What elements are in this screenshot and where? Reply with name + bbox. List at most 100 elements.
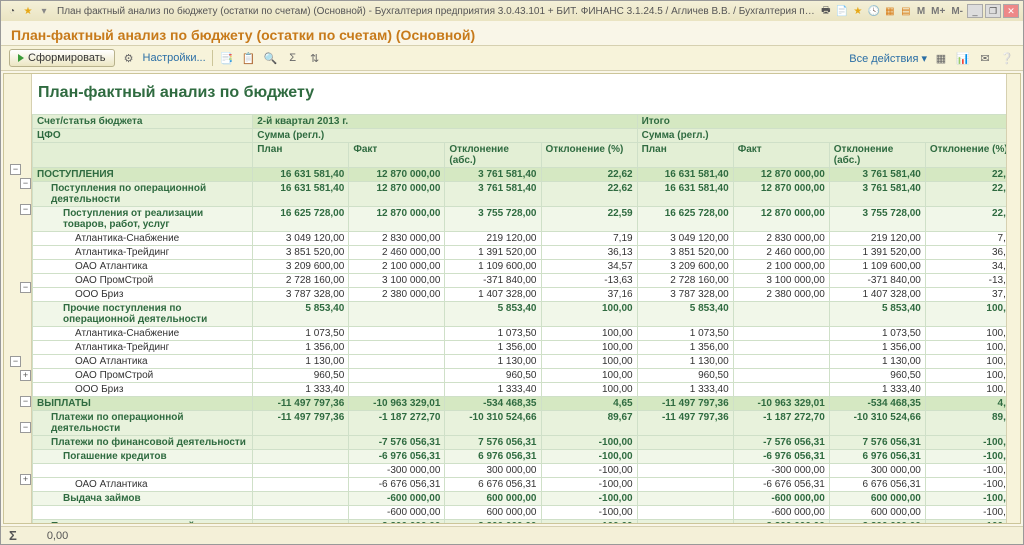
col-account[interactable]: Счет/статья бюджета <box>33 115 253 129</box>
table-row[interactable]: Выдача займов-600 000,00600 000,00-100,0… <box>33 492 1007 506</box>
row-value: 100,00 <box>925 355 1006 369</box>
col-sum-total[interactable]: Сумма (регл.) <box>637 129 1006 143</box>
collapse-toggle[interactable]: − <box>20 204 31 215</box>
row-value: 300 000,00 <box>829 464 925 478</box>
row-value: 3 755 728,00 <box>829 207 925 232</box>
row-value: 3 851 520,00 <box>637 246 733 260</box>
star-icon[interactable]: ★ <box>21 4 35 18</box>
row-value: 2 460 000,00 <box>349 246 445 260</box>
col-cfo[interactable]: ЦФО <box>33 129 253 143</box>
row-value: 2 728 160,00 <box>637 274 733 288</box>
collapse-toggle[interactable]: − <box>10 356 21 367</box>
calendar-icon[interactable]: ▤ <box>899 4 913 18</box>
toolbar-icon-a[interactable]: ▦ <box>933 50 949 66</box>
table-row[interactable]: ОАО Атлантика3 209 600,002 100 000,001 1… <box>33 260 1007 274</box>
table-row[interactable]: ООО Бриз3 787 328,002 380 000,001 407 32… <box>33 288 1007 302</box>
row-value: 600 000,00 <box>829 492 925 506</box>
toolbar-icon-c[interactable]: ✉ <box>977 50 993 66</box>
tool-icon-3[interactable]: 🔍 <box>263 50 279 66</box>
col-plan[interactable]: План <box>253 143 349 168</box>
row-value <box>349 327 445 341</box>
table-row[interactable]: -300 000,00300 000,00-100,00-300 000,003… <box>33 464 1007 478</box>
row-value: 34,57 <box>541 260 637 274</box>
table-row[interactable]: Прочие поступления по операционной деяте… <box>33 302 1007 327</box>
settings-link[interactable]: Настройки <box>143 52 206 64</box>
collapse-toggle[interactable]: − <box>20 396 31 407</box>
table-row[interactable]: ВЫПЛАТЫ-11 497 797,36-10 963 329,01-534 … <box>33 397 1007 411</box>
table-row[interactable]: ПОСТУПЛЕНИЯ16 631 581,4012 870 000,003 7… <box>33 168 1007 182</box>
col-plan-t[interactable]: План <box>637 143 733 168</box>
row-value <box>637 450 733 464</box>
close-button[interactable]: ✕ <box>1003 4 1019 18</box>
row-value: 36,13 <box>925 246 1006 260</box>
history-icon[interactable]: 🕓 <box>867 4 881 18</box>
expand-toggle[interactable]: + <box>20 474 31 485</box>
table-row[interactable]: ОАО Атлантика1 130,001 130,00100,001 130… <box>33 355 1007 369</box>
tool-icon-5[interactable]: ⇅ <box>307 50 323 66</box>
row-value: 100,00 <box>541 327 637 341</box>
col-dev-pct[interactable]: Отклонение (%) <box>541 143 637 168</box>
settings-icon[interactable]: ⚙ <box>121 50 137 66</box>
col-dev-abs[interactable]: Отклонение (абс.) <box>445 143 541 168</box>
table-row[interactable]: -600 000,00600 000,00-100,00-600 000,006… <box>33 506 1007 520</box>
table-row[interactable]: ОАО Атлантика-6 676 056,316 676 056,31-1… <box>33 478 1007 492</box>
tool-icon-1[interactable]: 📑 <box>219 50 235 66</box>
table-row[interactable]: Платежи по операционной деятельности-11 … <box>33 411 1007 436</box>
table-row[interactable]: Атлантика-Трейдинг1 356,001 356,00100,00… <box>33 341 1007 355</box>
col-period[interactable]: 2-й квартал 2013 г. <box>253 115 637 129</box>
memory-mminus[interactable]: M- <box>949 6 965 17</box>
table-row[interactable]: Платежи по инвестиционной деятельности-2… <box>33 520 1007 524</box>
collapse-toggle[interactable]: − <box>20 178 31 189</box>
col-fact-t[interactable]: Факт <box>733 143 829 168</box>
table-row[interactable]: Атлантика-Трейдинг3 851 520,002 460 000,… <box>33 246 1007 260</box>
table-row[interactable]: Атлантика-Снабжение1 073,501 073,50100,0… <box>33 327 1007 341</box>
row-label: ВЫПЛАТЫ <box>33 397 253 411</box>
table-row[interactable]: Поступления по операционной деятельности… <box>33 182 1007 207</box>
memory-mplus[interactable]: M+ <box>929 6 947 17</box>
row-value: 16 625 728,00 <box>253 207 349 232</box>
report-scroll[interactable]: План-фактный анализ по бюджету Счет/стат… <box>32 74 1006 523</box>
row-value: -11 497 797,36 <box>637 411 733 436</box>
row-label: Прочие поступления по операционной деяте… <box>33 302 253 327</box>
table-row[interactable]: ОАО ПромСтрой2 728 160,003 100 000,00-37… <box>33 274 1007 288</box>
tool-icon-2[interactable]: 📋 <box>241 50 257 66</box>
collapse-toggle[interactable]: − <box>20 422 31 433</box>
col-sum-period[interactable]: Сумма (регл.) <box>253 129 637 143</box>
table-row[interactable]: ООО Бриз1 333,401 333,40100,001 333,401 … <box>33 383 1007 397</box>
table-row[interactable]: Атлантика-Снабжение3 049 120,002 830 000… <box>33 232 1007 246</box>
calc-icon[interactable]: ▦ <box>883 4 897 18</box>
col-total[interactable]: Итого <box>637 115 1006 129</box>
row-value: -100,00 <box>541 450 637 464</box>
collapse-toggle[interactable]: − <box>10 164 21 175</box>
fav-icon[interactable]: ★ <box>851 4 865 18</box>
doc-icon[interactable]: 📄 <box>835 4 849 18</box>
dropdown-icon[interactable]: ▾ <box>37 4 51 18</box>
table-row[interactable]: Поступления от реализации товаров, работ… <box>33 207 1007 232</box>
toolbar-icon-b[interactable]: 📊 <box>955 50 971 66</box>
minimize-button[interactable]: _ <box>967 4 983 18</box>
col-dev-pct-t[interactable]: Отклонение (%) <box>925 143 1006 168</box>
all-actions-link[interactable]: Все действия ▾ <box>849 52 927 65</box>
collapse-toggle[interactable]: − <box>20 282 31 293</box>
row-value: 2 830 000,00 <box>733 232 829 246</box>
col-dev-abs-t[interactable]: Отклонение (абс.) <box>829 143 925 168</box>
row-value <box>253 492 349 506</box>
row-value: 1 356,00 <box>253 341 349 355</box>
row-value: 34,57 <box>925 260 1006 274</box>
restore-button[interactable]: ❐ <box>985 4 1001 18</box>
print-icon[interactable]: 🖶 <box>819 4 833 18</box>
help-icon[interactable]: ❔ <box>999 50 1015 66</box>
expand-toggle[interactable]: + <box>20 370 31 381</box>
col-fact[interactable]: Факт <box>349 143 445 168</box>
row-value <box>637 506 733 520</box>
row-value: 1 391 520,00 <box>445 246 541 260</box>
memory-m[interactable]: M <box>915 6 927 17</box>
run-button[interactable]: Сформировать <box>9 49 115 67</box>
table-row[interactable]: Погашение кредитов-6 976 056,316 976 056… <box>33 450 1007 464</box>
table-row[interactable]: Платежи по финансовой деятельности-7 576… <box>33 436 1007 450</box>
table-row[interactable]: ОАО ПромСтрой960,50960,50100,00960,50960… <box>33 369 1007 383</box>
row-value: 3 209 600,00 <box>637 260 733 274</box>
tool-icon-4[interactable]: Σ <box>285 50 301 66</box>
toolbar: Сформировать ⚙ Настройки 📑 📋 🔍 Σ ⇅ Все д… <box>1 45 1023 71</box>
row-value: 219 120,00 <box>445 232 541 246</box>
